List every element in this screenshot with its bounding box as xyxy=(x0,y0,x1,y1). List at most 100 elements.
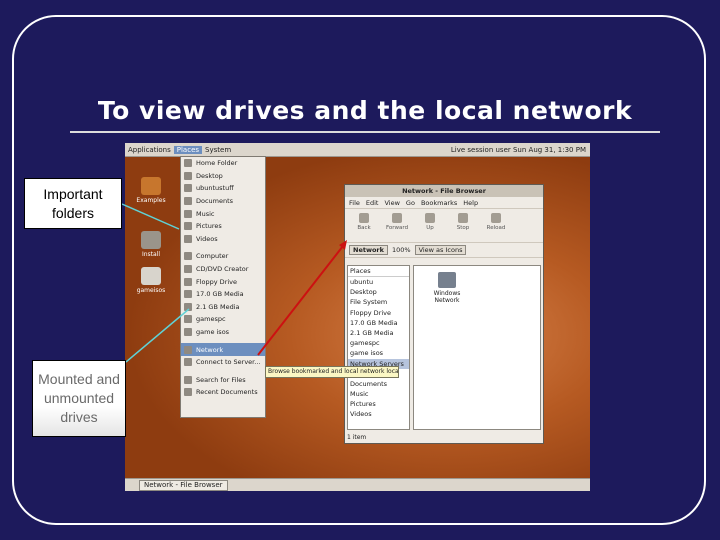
system-menu[interactable]: System xyxy=(202,146,234,154)
places-menu-item[interactable]: game isos xyxy=(181,326,265,339)
toolbar-icon xyxy=(491,213,501,223)
panel-status: Live session user Sun Aug 31, 1:30 PM xyxy=(450,145,586,154)
sidebar-item[interactable]: game isos xyxy=(348,348,409,358)
desktop-icon-examples[interactable]: Examples xyxy=(131,177,171,204)
menu-item-icon xyxy=(184,315,192,324)
windows-network-item[interactable]: Windows Network xyxy=(422,272,472,304)
menu-item-icon xyxy=(184,222,192,231)
toolbar-button[interactable]: Forward xyxy=(382,211,412,240)
menu-item-label: Music xyxy=(196,209,215,218)
menubar-item[interactable]: Go xyxy=(406,199,415,207)
slide-title: To view drives and the local network xyxy=(97,96,633,125)
menu-item-label: Home Folder xyxy=(196,159,238,168)
sidebar-item[interactable]: Music xyxy=(348,389,409,399)
folder-icon xyxy=(141,177,161,195)
desktop-icon-gameisos[interactable]: gameisos xyxy=(131,267,171,294)
toolbar-icon xyxy=(359,213,369,223)
menu-item-label: CD/DVD Creator xyxy=(196,265,249,274)
menubar-item[interactable]: File xyxy=(349,199,360,207)
file-view: Windows Network xyxy=(413,265,541,430)
sidebar-item[interactable]: Desktop xyxy=(348,287,409,297)
places-menu-item[interactable]: Search for Files xyxy=(181,374,265,387)
toolbar-icon xyxy=(392,213,402,223)
places-menu-item[interactable]: Floppy Drive xyxy=(181,275,265,288)
sidebar-item[interactable]: ubuntu xyxy=(348,277,409,287)
location-bar: Network 100% View as Icons xyxy=(345,243,543,258)
callout-important-folders: Important folders xyxy=(24,178,122,229)
toolbar-button[interactable]: Stop xyxy=(448,211,478,240)
toolbar-label: Stop xyxy=(456,225,470,231)
menubar: File Edit View Go Bookmarks Help xyxy=(345,197,543,209)
sidebar-item[interactable]: 17.0 GB Media xyxy=(348,318,409,328)
drive-icon xyxy=(141,267,161,285)
menu-item-label: Floppy Drive xyxy=(196,277,238,286)
network-icon xyxy=(438,272,456,288)
menubar-item[interactable]: Help xyxy=(463,199,478,207)
menu-item-label: Computer xyxy=(196,252,229,261)
menu-item-icon xyxy=(184,345,192,354)
toolbar-button[interactable]: Up xyxy=(415,211,445,240)
sidebar-item[interactable]: Floppy Drive xyxy=(348,308,409,318)
menu-item-icon xyxy=(184,252,192,261)
places-menu-item[interactable]: Desktop xyxy=(181,170,265,183)
toolbar-label: Reload xyxy=(486,225,506,231)
menu-item-icon xyxy=(184,302,192,311)
applications-menu[interactable]: Applications xyxy=(125,146,174,154)
sidebar-item[interactable]: Pictures xyxy=(348,399,409,409)
taskbar-item[interactable]: Network - File Browser xyxy=(139,480,228,491)
bottom-panel: Network - File Browser xyxy=(125,478,590,491)
view-mode-select[interactable]: View as Icons xyxy=(414,245,467,255)
places-menu: Home Folder Desktop ubuntustuff Documents Mu… xyxy=(180,156,266,418)
menu-item-label: Pictures xyxy=(196,222,222,231)
places-menu-item[interactable]: 2.1 GB Media xyxy=(181,301,265,314)
desktop-icon-install[interactable]: Install xyxy=(131,231,171,258)
menu-item-icon xyxy=(184,388,192,397)
menu-item-icon xyxy=(184,328,192,337)
sidebar-item[interactable]: File System xyxy=(348,297,409,307)
places-menu-item[interactable]: Network xyxy=(181,343,265,356)
toolbar: Back Forward Up Stop Reload xyxy=(345,209,543,243)
sidebar-item[interactable]: gamespc xyxy=(348,338,409,348)
places-menu-item[interactable]: Home Folder xyxy=(181,157,265,170)
places-menu-item[interactable]: Computer xyxy=(181,250,265,263)
sidebar-item[interactable]: Videos xyxy=(348,409,409,419)
places-menu-item[interactable]: Pictures xyxy=(181,220,265,233)
places-menu-item[interactable]: ubuntustuff xyxy=(181,182,265,195)
sidebar-header[interactable]: Places xyxy=(348,266,409,277)
places-menu-item[interactable]: Videos xyxy=(181,233,265,246)
places-menu-item[interactable]: gamespc xyxy=(181,313,265,326)
menu-item-icon xyxy=(184,197,192,206)
sidebar-item[interactable]: 2.1 GB Media xyxy=(348,328,409,338)
menu-item-icon xyxy=(184,159,192,168)
location-button[interactable]: Network xyxy=(349,245,388,255)
places-menu-item[interactable]: 17.0 GB Media xyxy=(181,288,265,301)
menubar-item[interactable]: View xyxy=(384,199,399,207)
top-panel: Applications Places System Live session … xyxy=(125,143,590,157)
window-titlebar[interactable]: Network - File Browser xyxy=(345,185,543,197)
places-menu-item[interactable]: Music xyxy=(181,207,265,220)
menubar-item[interactable]: Edit xyxy=(366,199,379,207)
toolbar-label: Back xyxy=(357,225,371,231)
menu-item-icon xyxy=(184,184,192,193)
zoom-level[interactable]: 100% xyxy=(392,246,411,254)
toolbar-button[interactable]: Back xyxy=(349,211,379,240)
menu-item-label: Documents xyxy=(196,197,234,206)
desktop-icon-label: Examples xyxy=(136,197,166,204)
places-menu-item[interactable]: Connect to Server... xyxy=(181,356,265,369)
places-menu-item[interactable]: CD/DVD Creator xyxy=(181,263,265,276)
menu-item-label: 2.1 GB Media xyxy=(196,302,240,311)
menu-item-icon xyxy=(184,277,192,286)
desktop-icon-label: gameisos xyxy=(136,287,166,294)
menu-item-label: Search for Files xyxy=(196,375,246,384)
menubar-item[interactable]: Bookmarks xyxy=(421,199,457,207)
toolbar-label: Forward xyxy=(385,225,409,231)
file-browser-window: Network - File Browser File Edit View Go Boo… xyxy=(344,184,544,444)
places-menu-item[interactable]: Documents xyxy=(181,195,265,208)
toolbar-icon xyxy=(458,213,468,223)
places-menu-button[interactable]: Places xyxy=(173,145,203,154)
sidebar-item[interactable]: Documents xyxy=(348,379,409,389)
places-menu-item[interactable]: Recent Documents xyxy=(181,386,265,399)
menu-item-icon xyxy=(184,265,192,274)
toolbar-button[interactable]: Reload xyxy=(481,211,511,240)
network-tooltip: Browse bookmarked and local network loca… xyxy=(265,366,399,378)
